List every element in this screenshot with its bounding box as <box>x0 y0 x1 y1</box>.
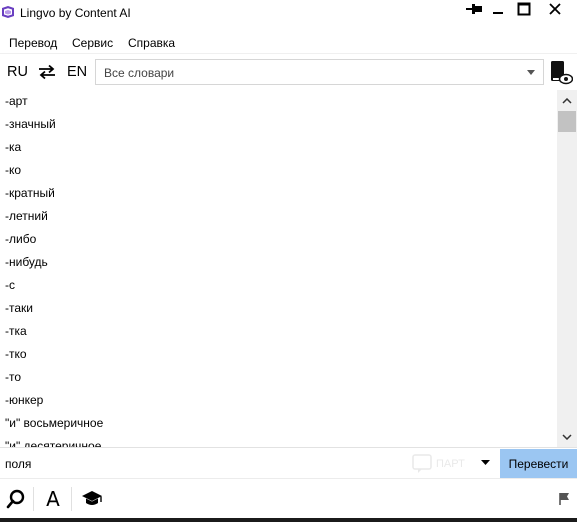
list-item[interactable]: -юнкер <box>0 389 557 412</box>
word-list-scrollbar[interactable] <box>557 90 577 447</box>
language-bar: RU EN Все словари <box>0 56 577 90</box>
taskbar-edge <box>0 518 577 522</box>
dictionary-select-value: Все словари <box>104 66 175 80</box>
font-tool-button[interactable]: A <box>40 486 66 512</box>
list-item[interactable]: "и" восьмеричное <box>0 412 557 435</box>
list-item[interactable]: "и" десятеричное <box>0 435 557 447</box>
target-language-button[interactable]: EN <box>67 64 87 80</box>
history-dropdown-icon[interactable] <box>481 460 490 465</box>
chevron-down-icon <box>562 433 572 440</box>
menu-help[interactable]: Справка <box>128 36 175 50</box>
toolbar-divider <box>71 487 72 511</box>
list-item[interactable]: -таки <box>0 297 557 320</box>
app-logo-icon <box>2 6 14 18</box>
chevron-down-icon <box>527 70 535 75</box>
graduation-cap-icon <box>82 491 102 505</box>
minimize-button[interactable] <box>484 0 512 18</box>
scroll-up-button[interactable] <box>557 92 577 109</box>
menu-translation[interactable]: Перевод <box>9 36 57 50</box>
chevron-up-icon <box>562 97 572 104</box>
list-item[interactable]: -нибудь <box>0 251 557 274</box>
list-item[interactable]: -либо <box>0 228 557 251</box>
close-icon <box>549 3 561 15</box>
dictionary-select[interactable]: Все словари <box>95 59 544 85</box>
search-icon <box>6 489 25 509</box>
list-item[interactable]: -ко <box>0 159 557 182</box>
search-tool-button[interactable] <box>3 486 29 512</box>
swap-languages-icon[interactable] <box>37 64 57 80</box>
maximize-button[interactable] <box>510 0 538 18</box>
list-item[interactable]: -ка <box>0 136 557 159</box>
list-item[interactable]: -арт <box>0 90 557 113</box>
list-item[interactable]: -летний <box>0 205 557 228</box>
window-title: Lingvo by Content AI <box>20 6 131 20</box>
toolbar-divider <box>33 487 34 511</box>
list-item[interactable]: -с <box>0 274 557 297</box>
menu-service[interactable]: Сервис <box>72 36 113 50</box>
svg-text:ПАРТ: ПАРТ <box>436 458 465 470</box>
list-item[interactable]: -тко <box>0 343 557 366</box>
source-language-button[interactable]: RU <box>7 64 28 80</box>
title-bar: Lingvo by Content AI <box>0 0 577 29</box>
translate-button[interactable]: Перевести <box>500 449 577 478</box>
list-item[interactable]: -кратный <box>0 182 557 205</box>
maximize-icon <box>517 2 531 16</box>
dictionary-view-icon[interactable] <box>549 60 573 86</box>
scroll-down-button[interactable] <box>557 428 577 445</box>
search-input[interactable]: поля <box>5 457 31 471</box>
search-bar: поля ПАРТ Перевести <box>0 447 577 478</box>
learning-tool-button[interactable] <box>79 486 105 512</box>
close-button[interactable] <box>541 0 569 18</box>
list-item[interactable]: -тка <box>0 320 557 343</box>
scroll-thumb[interactable] <box>558 111 576 132</box>
list-item[interactable]: -то <box>0 366 557 389</box>
menu-bar: Перевод Сервис Справка <box>0 30 577 54</box>
watermark-logo: ПАРТ <box>412 454 465 473</box>
flag-icon[interactable] <box>558 492 570 506</box>
minimize-icon <box>493 12 503 14</box>
list-item[interactable]: -значный <box>0 113 557 136</box>
font-icon: A <box>46 487 60 511</box>
word-list: -арт -значный -ка -ко -кратный -летний -… <box>0 90 557 447</box>
bottom-toolbar: A <box>0 478 577 518</box>
pin-icon <box>466 4 482 14</box>
